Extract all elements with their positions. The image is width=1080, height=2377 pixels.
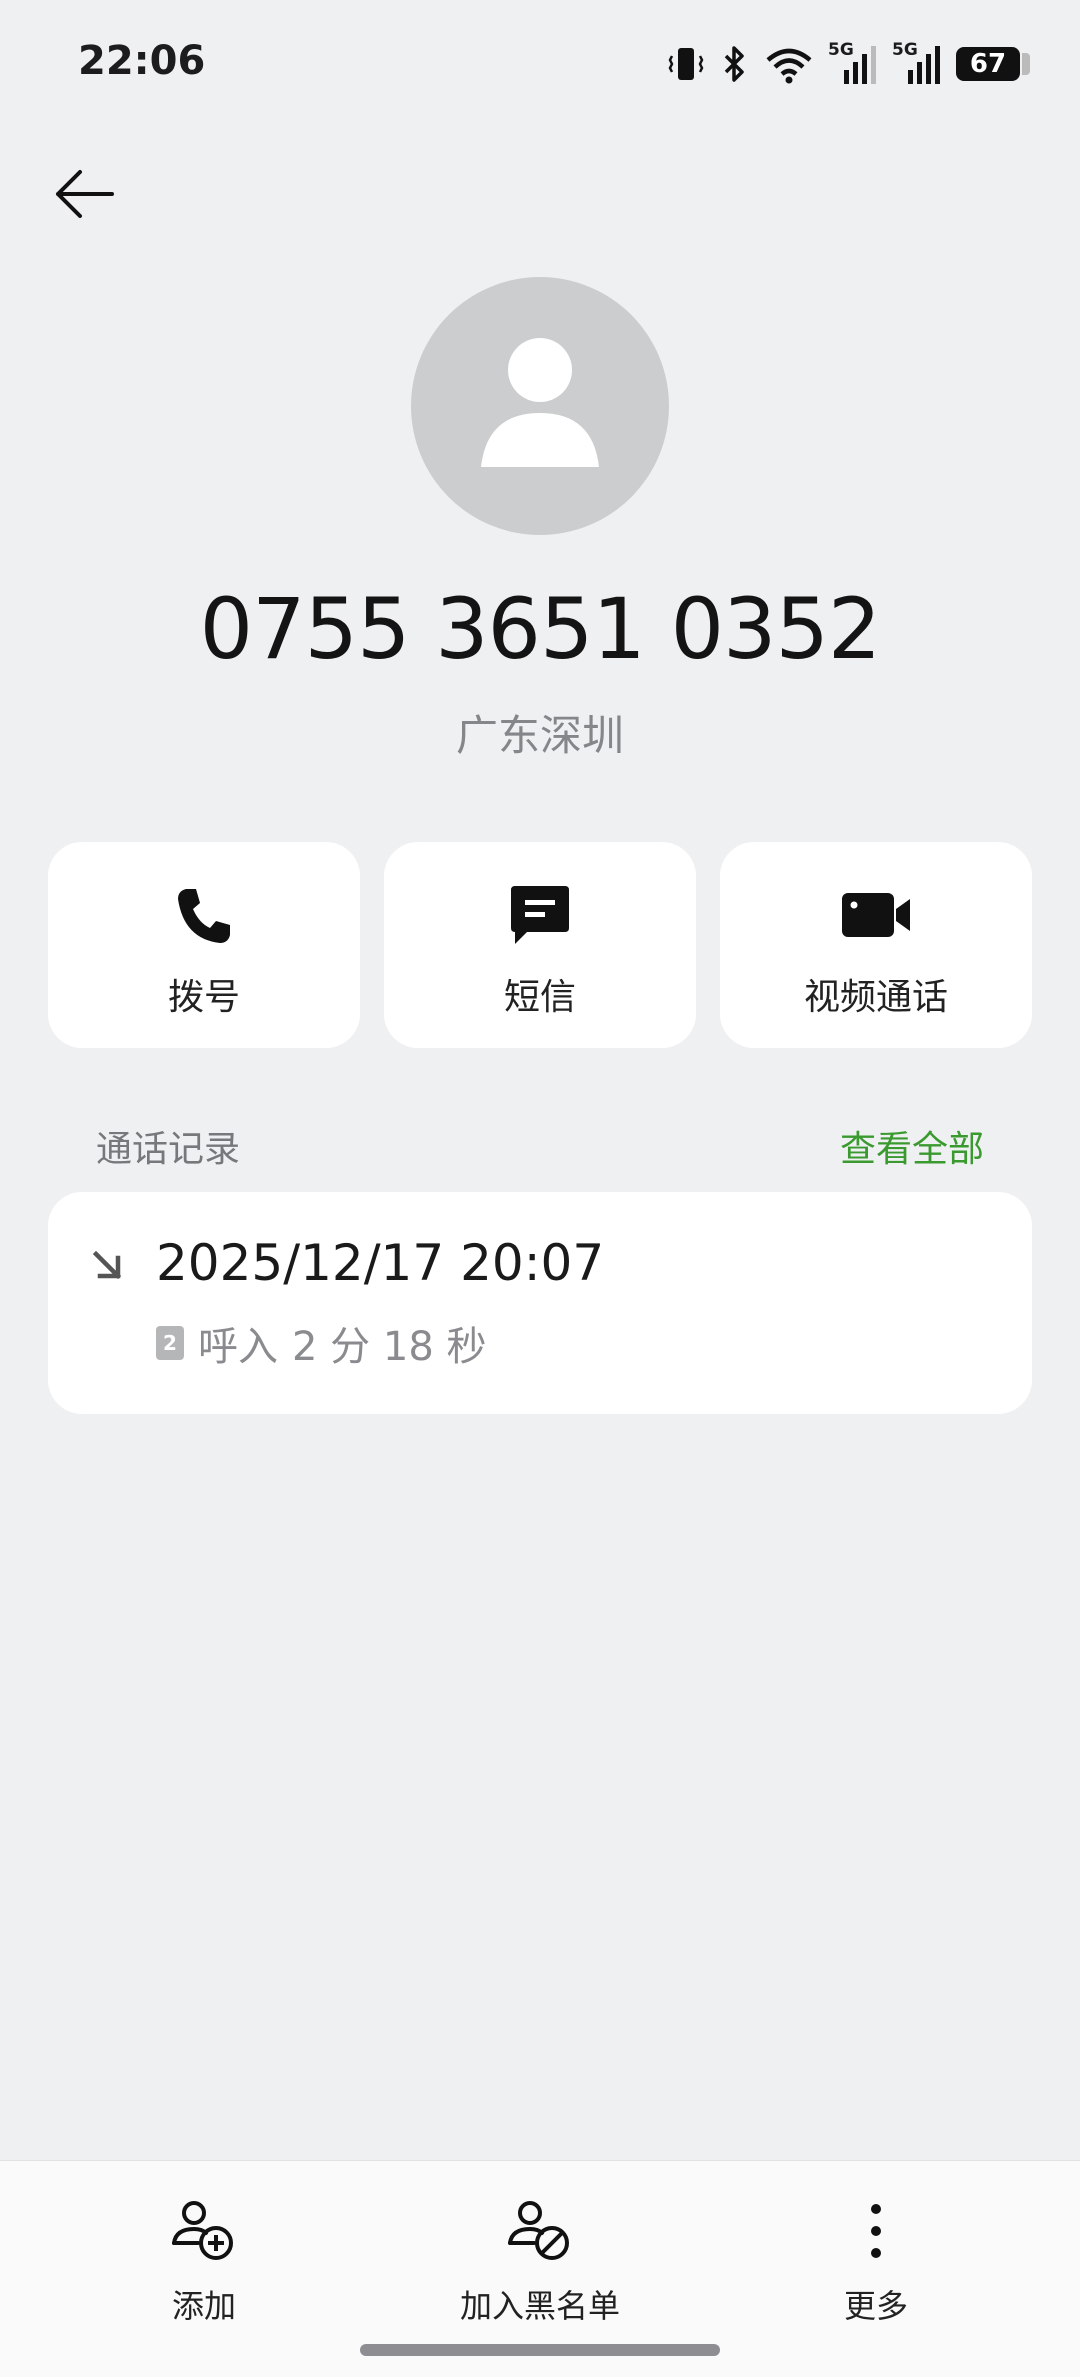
block-number-button[interactable]: 加入黑名单 — [390, 2191, 690, 2327]
call-duration: 2 分 18 秒 — [292, 1324, 487, 1370]
more-vertical-icon — [866, 2191, 886, 2271]
sms-label: 短信 — [503, 977, 576, 1018]
status-time: 22:06 — [78, 38, 206, 84]
more-label: 更多 — [843, 2287, 908, 2325]
battery-icon: 67 — [956, 47, 1030, 81]
vibrate-icon — [666, 44, 706, 84]
back-button[interactable] — [48, 160, 120, 232]
add-contact-button[interactable]: 添加 — [54, 2191, 354, 2327]
wifi-icon — [764, 44, 814, 84]
arrow-left-icon — [52, 166, 116, 226]
number-location: 广东深圳 — [455, 711, 624, 760]
call-log-title: 通话记录 — [96, 1129, 241, 1170]
status-bar: 22:06 5G 5G 67 — [0, 0, 1080, 130]
signal-5g-icon: 5G — [828, 40, 878, 86]
view-all-link[interactable]: 查看全部 — [840, 1120, 984, 1172]
status-icons: 5G 5G 67 — [666, 40, 1030, 86]
dial-label: 拨号 — [167, 977, 240, 1018]
action-row: 拨号 短信 视频通话 — [48, 842, 1032, 1048]
sim-card-icon: 2 — [156, 1326, 184, 1360]
message-icon — [507, 880, 573, 950]
call-detail: 2 呼入 2 分 18 秒 — [156, 1314, 487, 1372]
add-contact-label: 添加 — [171, 2287, 236, 2325]
bluetooth-icon — [720, 44, 750, 84]
video-call-label: 视频通话 — [803, 977, 948, 1018]
call-log-entry[interactable]: 2025/12/17 20:07 2 呼入 2 分 18 秒 — [48, 1192, 1032, 1414]
add-contact-icon — [168, 2191, 240, 2271]
call-datetime: 2025/12/17 20:07 — [156, 1234, 605, 1292]
more-button[interactable]: 更多 — [726, 2191, 1026, 2327]
call-type: 呼入 — [198, 1324, 278, 1370]
battery-level: 67 — [969, 49, 1007, 79]
dial-button[interactable]: 拨号 — [48, 842, 360, 1048]
block-number-label: 加入黑名单 — [459, 2287, 620, 2325]
video-call-button[interactable]: 视频通话 — [720, 842, 1032, 1048]
call-log-header: 通话记录 查看全部 — [96, 1120, 984, 1172]
incoming-call-icon — [88, 1246, 128, 1290]
video-camera-icon — [840, 880, 912, 950]
home-indicator[interactable] — [360, 2344, 720, 2356]
block-contact-icon — [504, 2191, 576, 2271]
person-icon — [481, 338, 599, 467]
phone-number: 0755 3651 0352 — [199, 580, 882, 678]
avatar — [411, 277, 669, 535]
sms-button[interactable]: 短信 — [384, 842, 696, 1048]
signal-5g-icon: 5G — [892, 40, 942, 86]
phone-icon — [172, 880, 236, 950]
